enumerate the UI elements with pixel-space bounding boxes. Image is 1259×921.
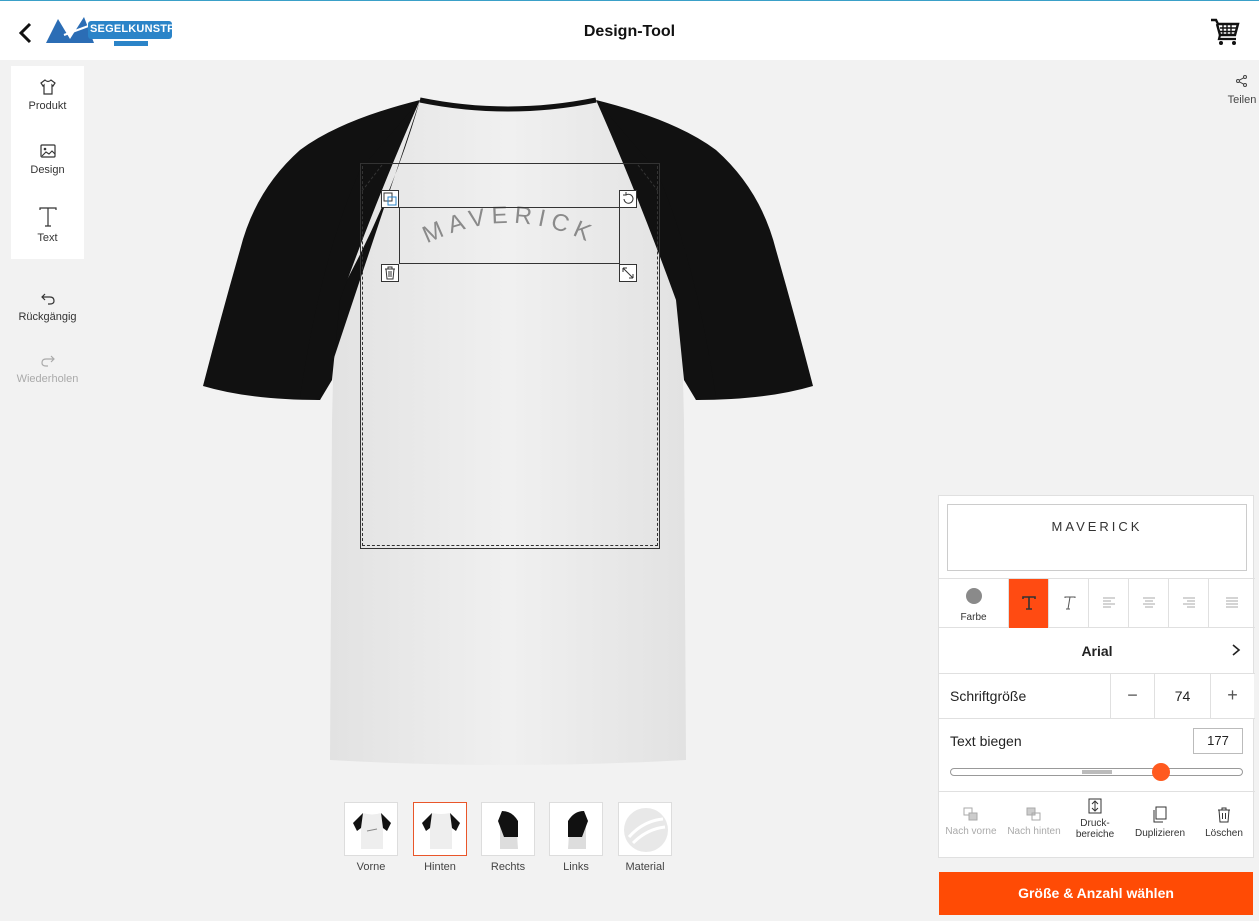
duplicate-label: Duplizieren (1134, 828, 1186, 839)
layers-icon (383, 192, 397, 206)
bring-forward-icon (963, 807, 978, 821)
bring-forward-label: Nach vorne (945, 826, 997, 837)
text-edit-panel: MAVERICK Farbe Arial Schriftgröße − 74 +… (938, 495, 1255, 858)
view-links-thumb (549, 802, 603, 856)
view-hinten-label: Hinten (424, 861, 456, 873)
text-bend-slider-center-marker (1082, 770, 1112, 774)
align-center-button[interactable] (1129, 579, 1169, 628)
view-links-label: Links (563, 861, 589, 873)
text-bend-slider[interactable] (950, 763, 1243, 781)
delete-button[interactable]: Löschen (1195, 792, 1253, 858)
view-rechts[interactable]: Rechts (481, 802, 535, 873)
layer-handle[interactable] (381, 190, 399, 208)
view-vorne[interactable]: Vorne (344, 802, 398, 873)
align-right-icon (1182, 597, 1195, 608)
send-backward-button[interactable]: Nach hinten (1003, 792, 1065, 858)
color-label: Farbe (960, 612, 987, 623)
view-material-thumb (618, 802, 672, 856)
bring-forward-button[interactable]: Nach vorne (941, 792, 1001, 858)
text-input[interactable]: MAVERICK (947, 504, 1247, 571)
italic-button[interactable] (1049, 579, 1089, 628)
send-backward-icon (1026, 807, 1041, 821)
duplicate-button[interactable]: Duplizieren (1127, 792, 1193, 858)
format-toolbar: Farbe (939, 578, 1255, 628)
align-justify-icon (1226, 597, 1238, 608)
font-size-decrease-button[interactable]: − (1110, 674, 1154, 718)
view-hinten-thumb (413, 802, 467, 856)
text-bend-slider-thumb[interactable] (1151, 763, 1170, 781)
trash-icon (385, 266, 395, 280)
font-selector[interactable]: Arial (939, 628, 1255, 674)
align-right-button[interactable] (1169, 579, 1209, 628)
print-areas-label-1: Druck- (1080, 818, 1110, 829)
align-left-button[interactable] (1089, 579, 1129, 628)
layer-actions: Nach vorne Nach hinten Druck- bereiche D… (939, 792, 1255, 858)
print-area-corner-lines (361, 164, 659, 192)
view-vorne-thumb (344, 802, 398, 856)
color-swatch-icon (965, 588, 982, 604)
rotate-handle[interactable] (619, 190, 637, 208)
chevron-right-icon (1232, 644, 1241, 656)
delete-handle[interactable] (381, 264, 399, 282)
view-hinten[interactable]: Hinten (413, 802, 467, 873)
font-size-label: Schriftgröße (950, 688, 1027, 704)
choose-size-quantity-button[interactable]: Größe & Anzahl wählen (939, 872, 1253, 915)
text-bend-label: Text biegen (950, 733, 1022, 749)
font-size-increase-button[interactable]: + (1210, 674, 1254, 718)
duplicate-icon (1153, 806, 1167, 823)
serif-bold-t-icon (1021, 596, 1036, 610)
print-areas-button[interactable]: Druck- bereiche (1067, 792, 1123, 858)
text-bend-row: Text biegen 177 (939, 719, 1255, 792)
color-button[interactable]: Farbe (939, 579, 1009, 628)
print-areas-icon (1088, 798, 1102, 814)
delete-label: Löschen (1205, 828, 1243, 839)
align-center-icon (1142, 597, 1155, 608)
send-backward-label: Nach hinten (1007, 826, 1061, 837)
view-links[interactable]: Links (549, 802, 603, 873)
selection-box[interactable] (399, 207, 620, 264)
view-rechts-thumb (481, 802, 535, 856)
font-name: Arial (1081, 643, 1113, 659)
view-vorne-label: Vorne (356, 861, 386, 873)
align-justify-button[interactable] (1209, 579, 1255, 628)
font-size-value[interactable]: 74 (1154, 674, 1210, 718)
text-bend-input[interactable]: 177 (1193, 728, 1243, 754)
font-size-row: Schriftgröße − 74 + (939, 674, 1255, 719)
resize-handle[interactable] (619, 264, 637, 282)
resize-diagonal-icon (622, 267, 634, 279)
italic-t-icon (1064, 596, 1075, 610)
view-material[interactable]: Material (618, 802, 672, 873)
trash-icon (1218, 807, 1230, 823)
align-left-icon (1102, 597, 1115, 608)
print-areas-label-2: bereiche (1075, 829, 1115, 840)
view-selector: Vorne Hinten Rechts Links Material (344, 802, 674, 882)
rotate-icon (623, 192, 634, 204)
view-material-label: Material (625, 861, 665, 873)
bold-button[interactable] (1009, 579, 1049, 628)
view-rechts-label: Rechts (490, 861, 526, 873)
